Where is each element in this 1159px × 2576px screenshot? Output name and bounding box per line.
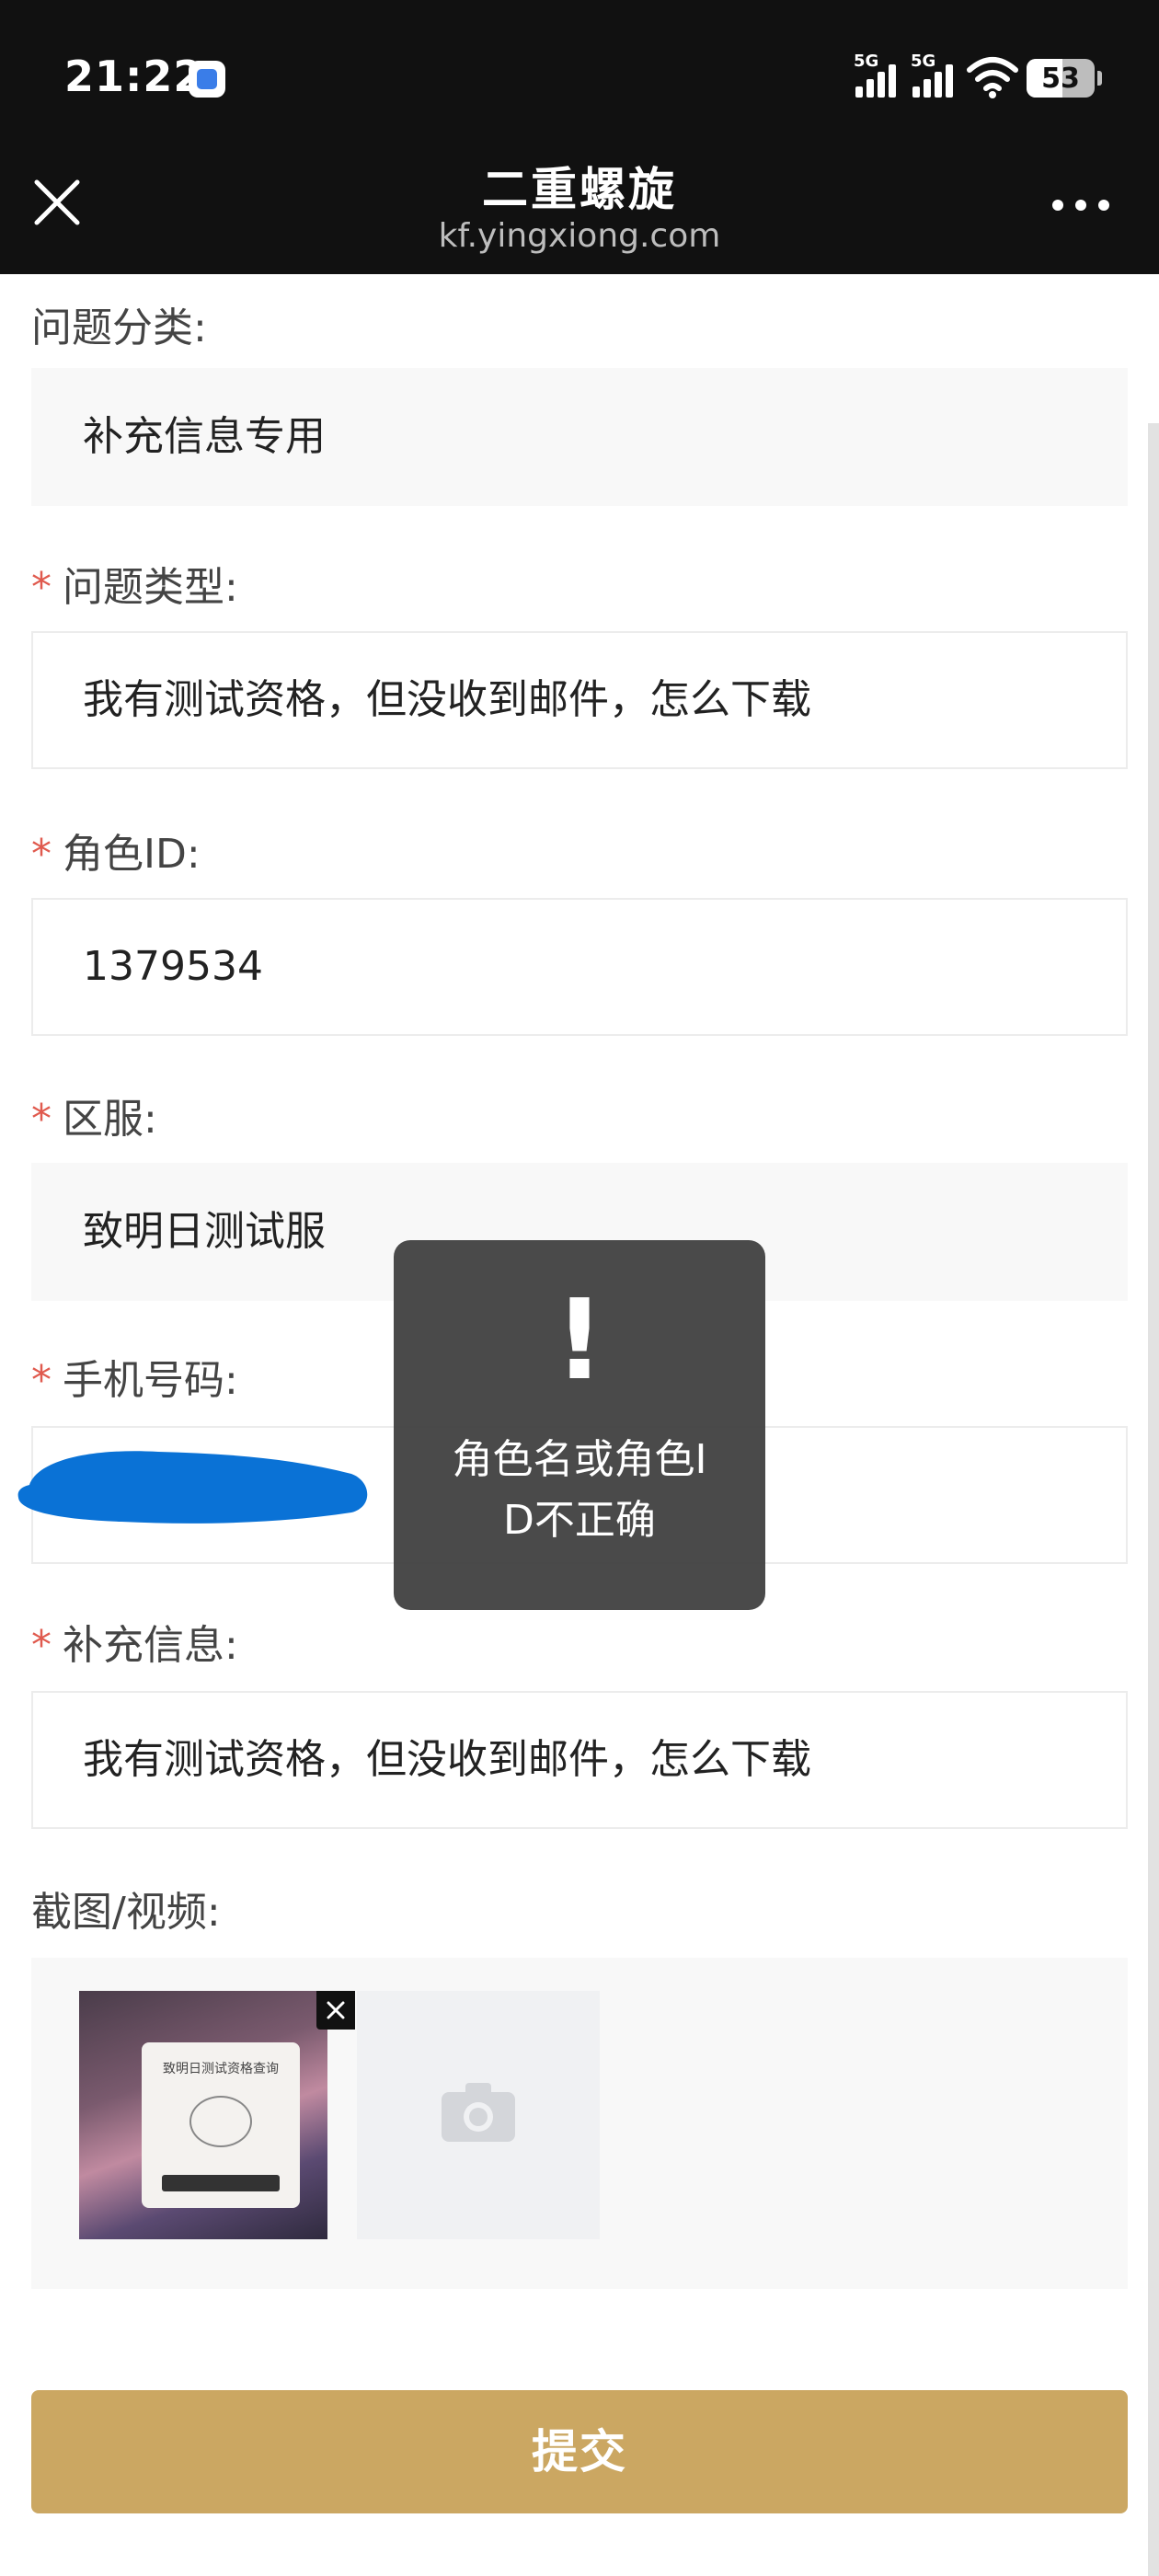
warning-icon: !: [554, 1277, 605, 1405]
server-label: * 区服:: [31, 1086, 157, 1144]
issue-type-label-text: 问题类型:: [63, 564, 238, 611]
signal-label: 5G: [854, 52, 879, 71]
issue-type-select[interactable]: 我有测试资格，但没收到邮件，怎么下载: [31, 631, 1128, 769]
thumbnail-title: 致明日测试资格查询: [163, 2062, 279, 2076]
phone-label-text: 手机号码:: [63, 1357, 238, 1404]
role-id-label: * 角色ID:: [31, 821, 201, 880]
thumbnail-illustration: [189, 2096, 252, 2147]
cellular-signal-icon: 5G: [852, 52, 901, 98]
more-options-icon[interactable]: [1049, 195, 1113, 213]
phone-label: * 手机号码:: [31, 1347, 238, 1406]
extra-info-textarea[interactable]: 我有测试资格，但没收到邮件，怎么下载: [31, 1691, 1128, 1829]
page-title: 二重螺旋: [482, 163, 677, 216]
required-mark: *: [31, 564, 52, 611]
top-bar: 21:22 5G 5G 53 二重螺旋 kf.yingxiong.com: [0, 0, 1159, 274]
thumbnail-button: [162, 2175, 280, 2191]
role-id-label-text: 角色ID:: [63, 831, 201, 878]
required-mark: *: [31, 1096, 52, 1143]
required-mark: *: [31, 1357, 52, 1404]
battery-icon: 53: [1027, 59, 1102, 98]
signal-label: 5G: [911, 52, 936, 71]
add-media-button[interactable]: [357, 1991, 600, 2239]
issue-type-label: * 问题类型:: [31, 554, 238, 613]
battery-level: 53: [1041, 63, 1080, 95]
error-toast: ! 角色名或角色ID不正确: [394, 1240, 765, 1610]
page-url: kf.yingxiong.com: [438, 217, 721, 255]
required-mark: *: [31, 831, 52, 878]
attachments-label: 截图/视频:: [31, 1889, 221, 1936]
redaction-mark: [17, 1451, 368, 1524]
attachments-area: 致明日测试资格查询: [31, 1958, 1128, 2289]
app-notification-icon: [189, 61, 225, 98]
required-mark: *: [31, 1622, 52, 1669]
wifi-icon: [967, 57, 1018, 98]
extra-info-label-text: 补充信息:: [63, 1622, 238, 1669]
screenshot-thumbnail[interactable]: 致明日测试资格查询: [79, 1991, 327, 2239]
extra-info-label: * 补充信息:: [31, 1612, 238, 1671]
category-label: 问题分类:: [31, 305, 207, 351]
server-label-text: 区服:: [63, 1096, 157, 1143]
status-time: 21:22: [64, 52, 204, 101]
camera-icon: [442, 2083, 515, 2142]
submit-button[interactable]: 提交: [31, 2390, 1128, 2513]
thumbnail-card: 致明日测试资格查询: [142, 2042, 300, 2208]
scrollbar[interactable]: [1148, 423, 1159, 2576]
toast-message: 角色名或角色ID不正确: [452, 1436, 707, 1544]
cellular-signal-icon: 5G: [909, 52, 958, 98]
category-field: 补充信息专用: [31, 368, 1128, 506]
remove-attachment-icon[interactable]: [316, 1991, 355, 2030]
role-id-input[interactable]: 1379534: [31, 898, 1128, 1036]
